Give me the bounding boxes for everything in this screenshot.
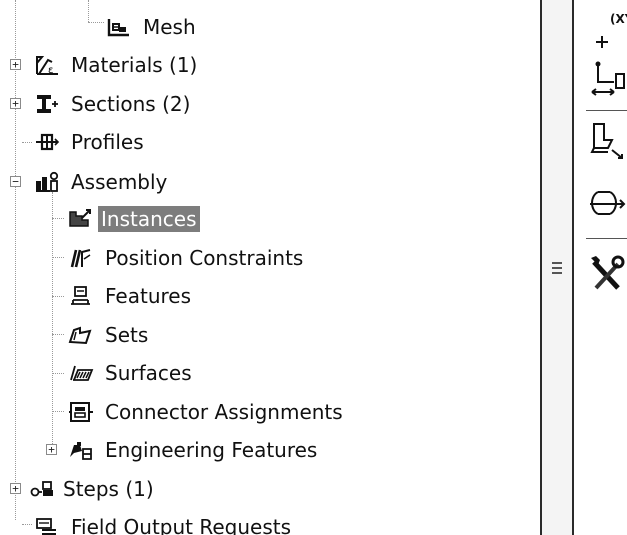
tree-item-field-output-requests[interactable]: Field Output Requests bbox=[34, 510, 294, 535]
tree-item-steps[interactable]: Steps (1) bbox=[30, 472, 157, 506]
datum-csys-icon bbox=[596, 36, 608, 48]
tree-item-sections[interactable]: Sections (2) bbox=[34, 87, 193, 121]
tree-item-label: Steps (1) bbox=[63, 477, 154, 501]
instances-icon bbox=[68, 208, 94, 230]
tree-guide-line bbox=[52, 411, 64, 412]
panel-splitter[interactable] bbox=[540, 0, 574, 535]
features-icon bbox=[68, 285, 94, 307]
tree-item-label: Engineering Features bbox=[105, 438, 318, 462]
tree-item-engineering-features[interactable]: Engineering Features bbox=[68, 433, 320, 467]
module-toolbox: (XY, bbox=[574, 0, 627, 535]
datum-point-tool[interactable] bbox=[588, 52, 627, 96]
tree-guide-line bbox=[52, 296, 64, 297]
tools-tool[interactable] bbox=[588, 252, 627, 296]
surfaces-icon bbox=[68, 362, 94, 384]
tree-item-label: Assembly bbox=[71, 170, 168, 194]
engineering-features-icon bbox=[68, 439, 94, 461]
tree-item-materials[interactable]: ε Materials (1) bbox=[34, 48, 200, 82]
tree-guide-line bbox=[52, 218, 64, 219]
tree-guide-line bbox=[88, 22, 104, 23]
translate-instance-icon bbox=[590, 123, 623, 159]
assembly-icon bbox=[34, 171, 60, 193]
mesh-icon bbox=[106, 16, 132, 38]
expand-toggle[interactable]: + bbox=[10, 483, 21, 494]
sets-icon bbox=[68, 324, 94, 346]
tree-item-label: Sections (2) bbox=[71, 92, 191, 116]
tree-guide-line bbox=[22, 142, 32, 143]
linear-pattern-icon bbox=[590, 191, 626, 215]
toolbox-separator bbox=[586, 238, 627, 239]
translate-instance-tool[interactable] bbox=[588, 118, 627, 162]
datum-point-icon bbox=[591, 61, 625, 96]
tools-icon bbox=[591, 255, 625, 290]
profiles-icon bbox=[34, 131, 60, 153]
splitter-grip-icon[interactable] bbox=[552, 262, 562, 276]
sections-icon bbox=[34, 93, 60, 115]
expand-toggle[interactable]: + bbox=[10, 98, 21, 109]
tree-item-features[interactable]: Features bbox=[68, 279, 194, 313]
tree-item-label: Mesh bbox=[143, 15, 196, 39]
datum-csys-tool[interactable]: (XY, bbox=[588, 4, 627, 48]
tree-item-label: Features bbox=[105, 284, 191, 308]
expand-toggle[interactable]: + bbox=[10, 59, 21, 70]
tree-item-connector-assignments[interactable]: Connector Assignments bbox=[68, 395, 346, 429]
tree-guide-line bbox=[22, 524, 32, 525]
svg-text:ε: ε bbox=[48, 65, 53, 76]
tree-guide-line bbox=[52, 373, 64, 374]
tree-item-position-constraints[interactable]: Position Constraints bbox=[68, 241, 306, 275]
tree-item-label: Materials (1) bbox=[71, 53, 198, 77]
expand-toggle[interactable]: + bbox=[46, 444, 57, 455]
tree-guide-line bbox=[15, 0, 16, 520]
tree-item-assembly[interactable]: Assembly bbox=[34, 165, 170, 199]
tree-guide-line bbox=[88, 0, 89, 22]
tree-item-sets[interactable]: Sets bbox=[68, 318, 151, 352]
csys-label: (XY, bbox=[610, 12, 627, 26]
materials-icon: ε bbox=[34, 54, 60, 76]
field-output-requests-icon bbox=[34, 516, 60, 535]
tree-guide-line bbox=[52, 334, 64, 335]
steps-icon bbox=[30, 478, 56, 500]
tree-item-label: Position Constraints bbox=[105, 246, 304, 270]
linear-pattern-tool[interactable] bbox=[588, 180, 627, 224]
tree-item-mesh[interactable]: Mesh bbox=[106, 10, 199, 44]
tree-item-label: Surfaces bbox=[105, 361, 192, 385]
connector-assignments-icon bbox=[68, 401, 94, 423]
tree-item-profiles[interactable]: Profiles bbox=[34, 125, 147, 159]
tree-item-label: Profiles bbox=[71, 130, 144, 154]
collapse-toggle[interactable]: − bbox=[10, 176, 21, 187]
tree-item-label: Instances bbox=[98, 206, 200, 232]
position-constraints-icon bbox=[68, 247, 94, 269]
tree-item-surfaces[interactable]: Surfaces bbox=[68, 356, 195, 390]
tree-item-label: Sets bbox=[105, 323, 149, 347]
toolbox-separator bbox=[586, 110, 627, 111]
tree-guide-line bbox=[52, 257, 64, 258]
tree-item-label: Field Output Requests bbox=[71, 515, 292, 535]
tree-item-label: Connector Assignments bbox=[105, 400, 343, 424]
tree-item-instances[interactable]: Instances bbox=[68, 202, 200, 236]
model-tree: Mesh + ε Materials (1) + Sections (2) Pr… bbox=[0, 0, 540, 535]
